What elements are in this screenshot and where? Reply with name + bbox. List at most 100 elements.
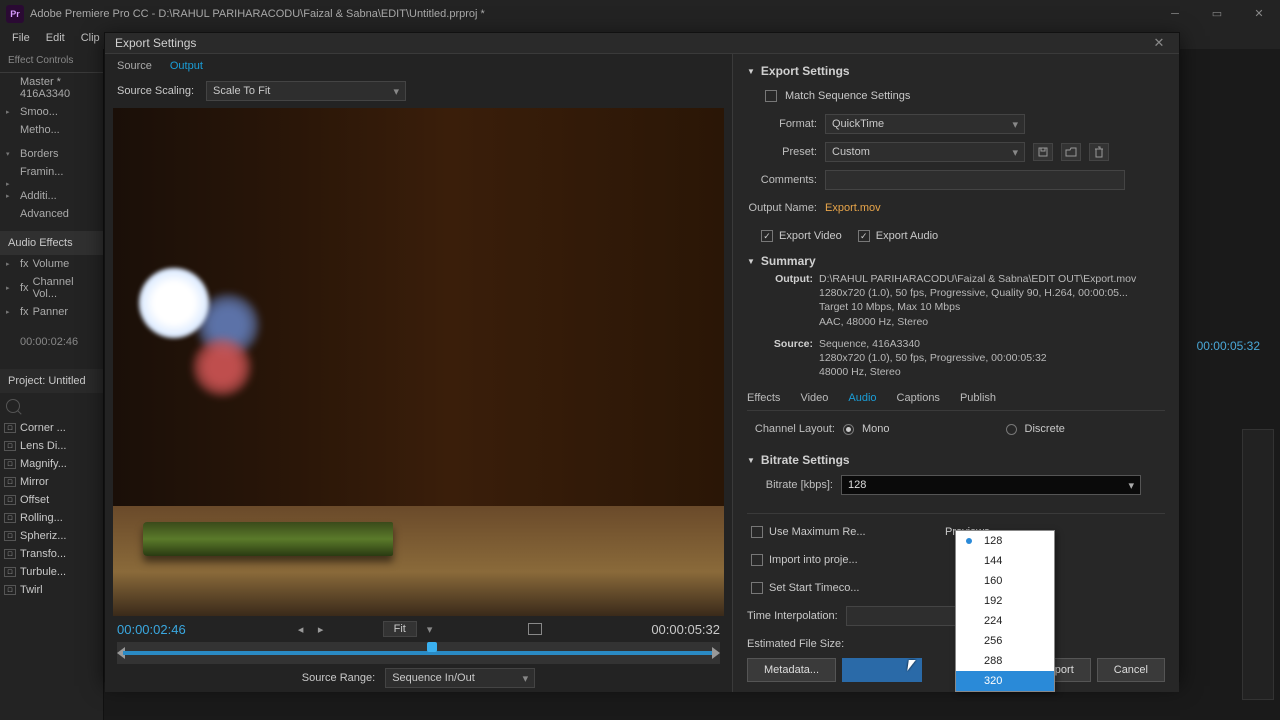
tab-publish[interactable]: Publish [960,392,996,408]
tab-source[interactable]: Source [117,60,152,72]
maximize-button[interactable]: ▭ [1196,0,1238,27]
import-project-checkbox[interactable] [751,554,763,566]
preset-dropdown[interactable]: Custom [825,142,1025,162]
preview-viewport[interactable] [113,108,724,616]
crop-icon[interactable] [528,623,542,635]
match-sequence-checkbox[interactable] [765,90,777,102]
tab-output[interactable]: Output [170,60,203,72]
mono-radio[interactable] [843,424,854,435]
export-audio-checkbox[interactable] [858,230,870,242]
bitrate-option-288[interactable]: 288 [956,651,1054,671]
tree-borders[interactable]: ▾Borders [0,145,103,163]
menu-file[interactable]: File [4,30,38,46]
app-title: Adobe Premiere Pro CC - D:\RAHUL PARIHAR… [30,8,485,20]
list-item[interactable]: □Corner ... [0,419,103,437]
tree-item[interactable]: ▸fx Volume [0,255,103,273]
timecode-left[interactable]: 00:00:02:46 [117,622,186,637]
playhead[interactable] [427,642,437,652]
source-scaling-dropdown[interactable]: Scale To Fit [206,81,406,101]
cancel-button[interactable]: Cancel [1097,658,1165,682]
list-item[interactable]: □Offset [0,491,103,509]
scrub-bar[interactable] [117,642,720,664]
channel-layout-label: Channel Layout: [747,423,835,435]
list-item[interactable]: □Mirror [0,473,103,491]
use-max-render-label: Use Maximum Re... [769,526,939,538]
metadata-button[interactable]: Metadata... [747,658,836,682]
bitrate-twirl-icon[interactable]: ▼ [747,456,755,465]
delete-preset-icon[interactable] [1089,143,1109,161]
bitrate-option-160[interactable]: 160 [956,571,1054,591]
project-header[interactable]: Project: Untitled [0,369,103,393]
set-start-tc-checkbox[interactable] [751,582,763,594]
tree-item[interactable]: ▸fx Channel Vol... [0,273,103,303]
bitrate-label: Bitrate [kbps]: [747,479,833,491]
import-preset-icon[interactable] [1061,143,1081,161]
bitrate-option-144[interactable]: 144 [956,551,1054,571]
source-range-dropdown[interactable]: Sequence In/Out [385,668,535,688]
bitrate-dropdown-list[interactable]: 128 144 160 192 224 256 288 320 [955,530,1055,692]
import-project-label: Import into proje... [769,554,858,566]
save-preset-icon[interactable] [1033,143,1053,161]
menu-edit[interactable]: Edit [38,30,73,46]
close-button[interactable]: ✕ [1238,0,1280,27]
summary-source: Source:Sequence, 416A3340 1280x720 (1.0)… [819,337,1165,380]
output-name-link[interactable]: Export.mov [825,202,881,214]
summary-heading: Summary [761,254,816,268]
tab-video[interactable]: Video [800,392,828,408]
tab-audio[interactable]: Audio [848,392,876,408]
source-range-label: Source Range: [302,672,375,684]
tree-item[interactable]: ▸Additi... [0,187,103,205]
dialog-close-button[interactable]: ✕ [1149,33,1169,53]
export-settings-twirl-icon[interactable]: ▼ [747,67,755,76]
set-start-tc-label: Set Start Timeco... [769,582,859,594]
comments-label: Comments: [747,174,817,186]
list-item[interactable]: □Twirl [0,581,103,599]
tab-captions[interactable]: Captions [897,392,940,408]
audio-effects-header: Audio Effects [0,231,103,255]
menu-clip[interactable]: Clip [73,30,108,46]
out-point-handle[interactable] [712,647,720,659]
tab-effects[interactable]: Effects [747,392,780,408]
list-item[interactable]: □Lens Di... [0,437,103,455]
tree-item[interactable]: Metho... [0,121,103,139]
fit-dropdown[interactable]: Fit [383,621,417,637]
minimize-button[interactable]: ─ [1154,0,1196,27]
list-item[interactable]: □Turbule... [0,563,103,581]
bitrate-option-256[interactable]: 256 [956,631,1054,651]
list-item[interactable]: □Spheriz... [0,527,103,545]
timecode-right: 00:00:05:32 [651,622,720,637]
tree-item[interactable]: Framin... [0,163,103,181]
summary-output: Output:D:\RAHUL PARIHARACODU\Faizal & Sa… [819,272,1165,329]
search-icon[interactable] [6,399,20,413]
bitrate-heading: Bitrate Settings [761,453,850,467]
bitrate-option-320[interactable]: 320 [956,671,1054,691]
list-item[interactable]: □Rolling... [0,509,103,527]
summary-twirl-icon[interactable]: ▼ [747,257,755,266]
timeline-timecode: 00:00:05:32 [1197,339,1260,353]
effect-controls-panel: Effect Controls Master * 416A3340 ▸Smoo.… [0,49,104,720]
bitrate-option-192[interactable]: 192 [956,591,1054,611]
bitrate-option-128[interactable]: 128 [956,531,1054,551]
dialog-title: Export Settings [115,36,1149,50]
list-item[interactable]: □Transfo... [0,545,103,563]
export-video-checkbox[interactable] [761,230,773,242]
list-item[interactable]: □Magnify... [0,455,103,473]
audio-meter [1242,429,1274,700]
use-max-render-checkbox[interactable] [751,526,763,538]
format-dropdown[interactable]: QuickTime [825,114,1025,134]
master-clip[interactable]: Master * 416A3340 [0,73,103,103]
est-size-label: Estimated File Size: [747,638,844,650]
prev-frame-button[interactable]: ◂ [295,623,307,636]
fit-chevron-icon[interactable]: ▾ [427,623,433,636]
bitrate-option-224[interactable]: 224 [956,611,1054,631]
bitrate-dropdown[interactable]: 128 [841,475,1141,495]
tree-item[interactable]: ▸fx Panner [0,303,103,321]
comments-input[interactable] [825,170,1125,190]
next-frame-button[interactable]: ▸ [315,623,327,636]
tree-item[interactable]: Advanced [0,205,103,223]
tree-item[interactable]: ▸Smoo... [0,103,103,121]
mono-label: Mono [862,423,890,435]
discrete-label: Discrete [1025,423,1065,435]
match-sequence-label: Match Sequence Settings [785,90,910,102]
discrete-radio[interactable] [1006,424,1017,435]
